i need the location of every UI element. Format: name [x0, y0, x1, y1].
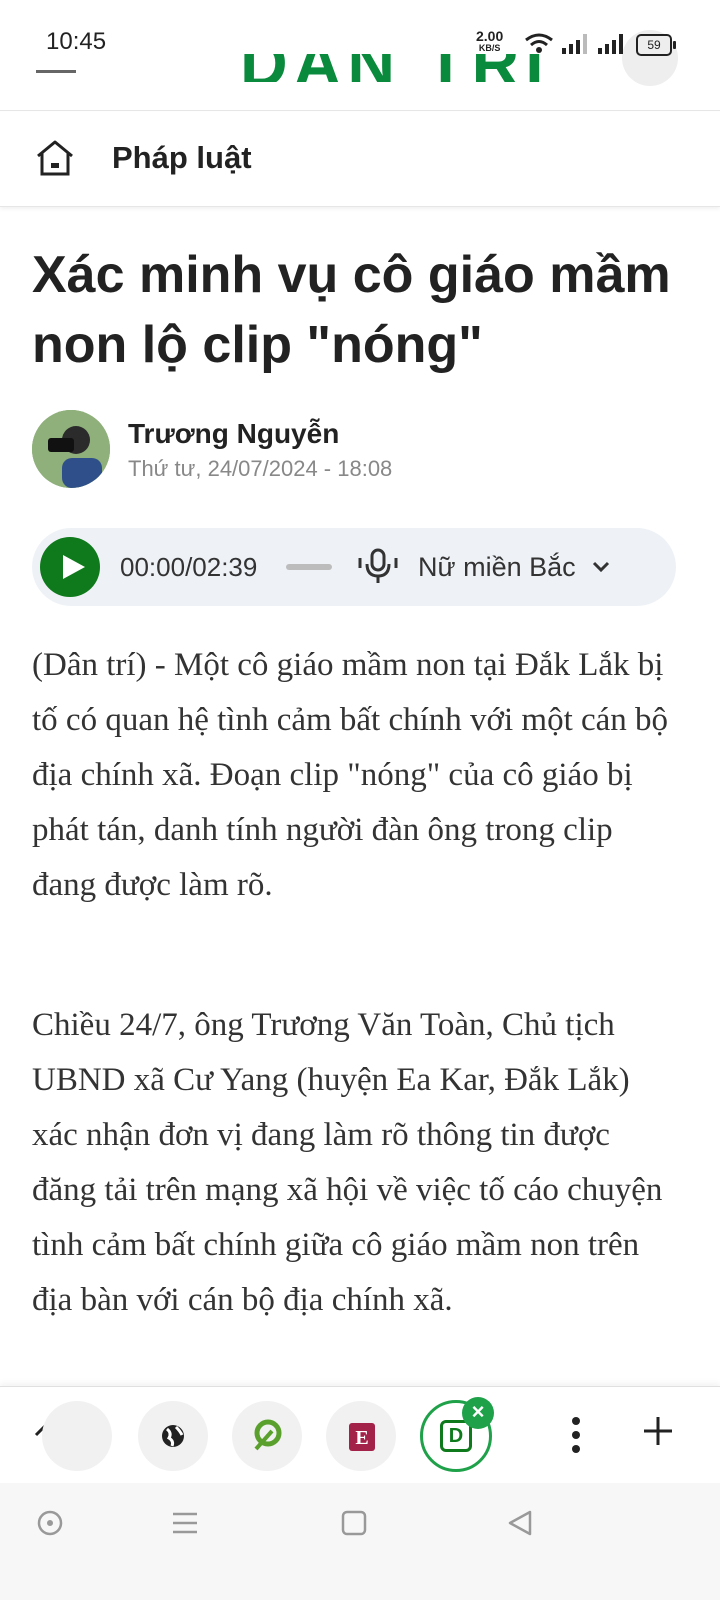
battery-icon: 59 — [636, 34, 676, 56]
article-paragraph: (Dân trí) - Một cô giáo mầm non tại Đắk … — [32, 647, 669, 903]
site-logo[interactable]: DÂN TRÍ — [240, 54, 550, 82]
chevron-down-icon[interactable] — [592, 560, 610, 574]
leaf-logo-icon — [254, 1419, 282, 1451]
tab-partial[interactable] — [42, 1401, 112, 1471]
category-bar: Pháp luật — [0, 112, 720, 207]
tab-globe[interactable] — [138, 1401, 208, 1471]
audio-progress-bar[interactable] — [286, 564, 332, 570]
author-photo — [32, 410, 110, 488]
globe-icon — [162, 1425, 184, 1447]
article-paragraph: Chiều 24/7, ông Trương Văn Toàn, Chủ tịc… — [32, 1007, 663, 1318]
tab-e-site[interactable]: E — [326, 1401, 396, 1471]
audio-player: 00:00/02:39 Nữ miền Bắc — [32, 528, 676, 606]
tab-green-site[interactable] — [232, 1401, 302, 1471]
signal-icon — [598, 34, 623, 54]
home-icon[interactable] — [34, 138, 76, 178]
author-avatar[interactable] — [32, 410, 110, 488]
article-title: Xác minh vụ cô giáo mầm non lộ clip "nón… — [32, 246, 671, 374]
system-nav-bar — [0, 1483, 720, 1600]
wifi-icon — [525, 33, 553, 53]
clock: 10:45 — [46, 28, 107, 55]
e-logo-icon: E — [349, 1423, 375, 1451]
back-icon[interactable] — [506, 1509, 534, 1537]
close-tab-icon[interactable]: × — [462, 1397, 494, 1429]
microphone-icon — [358, 548, 398, 583]
new-tab-icon[interactable] — [640, 1413, 676, 1449]
hamburger-menu-icon[interactable] — [36, 70, 76, 73]
status-bar: 10:45 DÂN TRÍ 2.00 KB/S 59 — [0, 0, 720, 111]
svg-text:E: E — [355, 1427, 368, 1449]
audio-time: 00:00/02:39 — [120, 552, 258, 582]
signal-icon — [562, 34, 587, 54]
more-options-icon[interactable] — [566, 1415, 586, 1455]
browser-toolbar: E D × — [0, 1386, 720, 1483]
publish-date: Thứ tư, 24/07/2024 - 18:08 — [128, 456, 393, 481]
assistant-icon[interactable] — [36, 1509, 64, 1537]
home-square-icon[interactable] — [340, 1509, 368, 1537]
network-speed: 2.00 KB/S — [476, 29, 503, 54]
voice-select[interactable]: Nữ miền Bắc — [418, 552, 576, 583]
play-button[interactable] — [40, 537, 100, 597]
recents-icon[interactable] — [170, 1509, 200, 1537]
author-name[interactable]: Trương Nguyễn — [128, 418, 339, 450]
category-title[interactable]: Pháp luật — [112, 140, 252, 176]
network-speed-unit: KB/S — [478, 43, 501, 53]
